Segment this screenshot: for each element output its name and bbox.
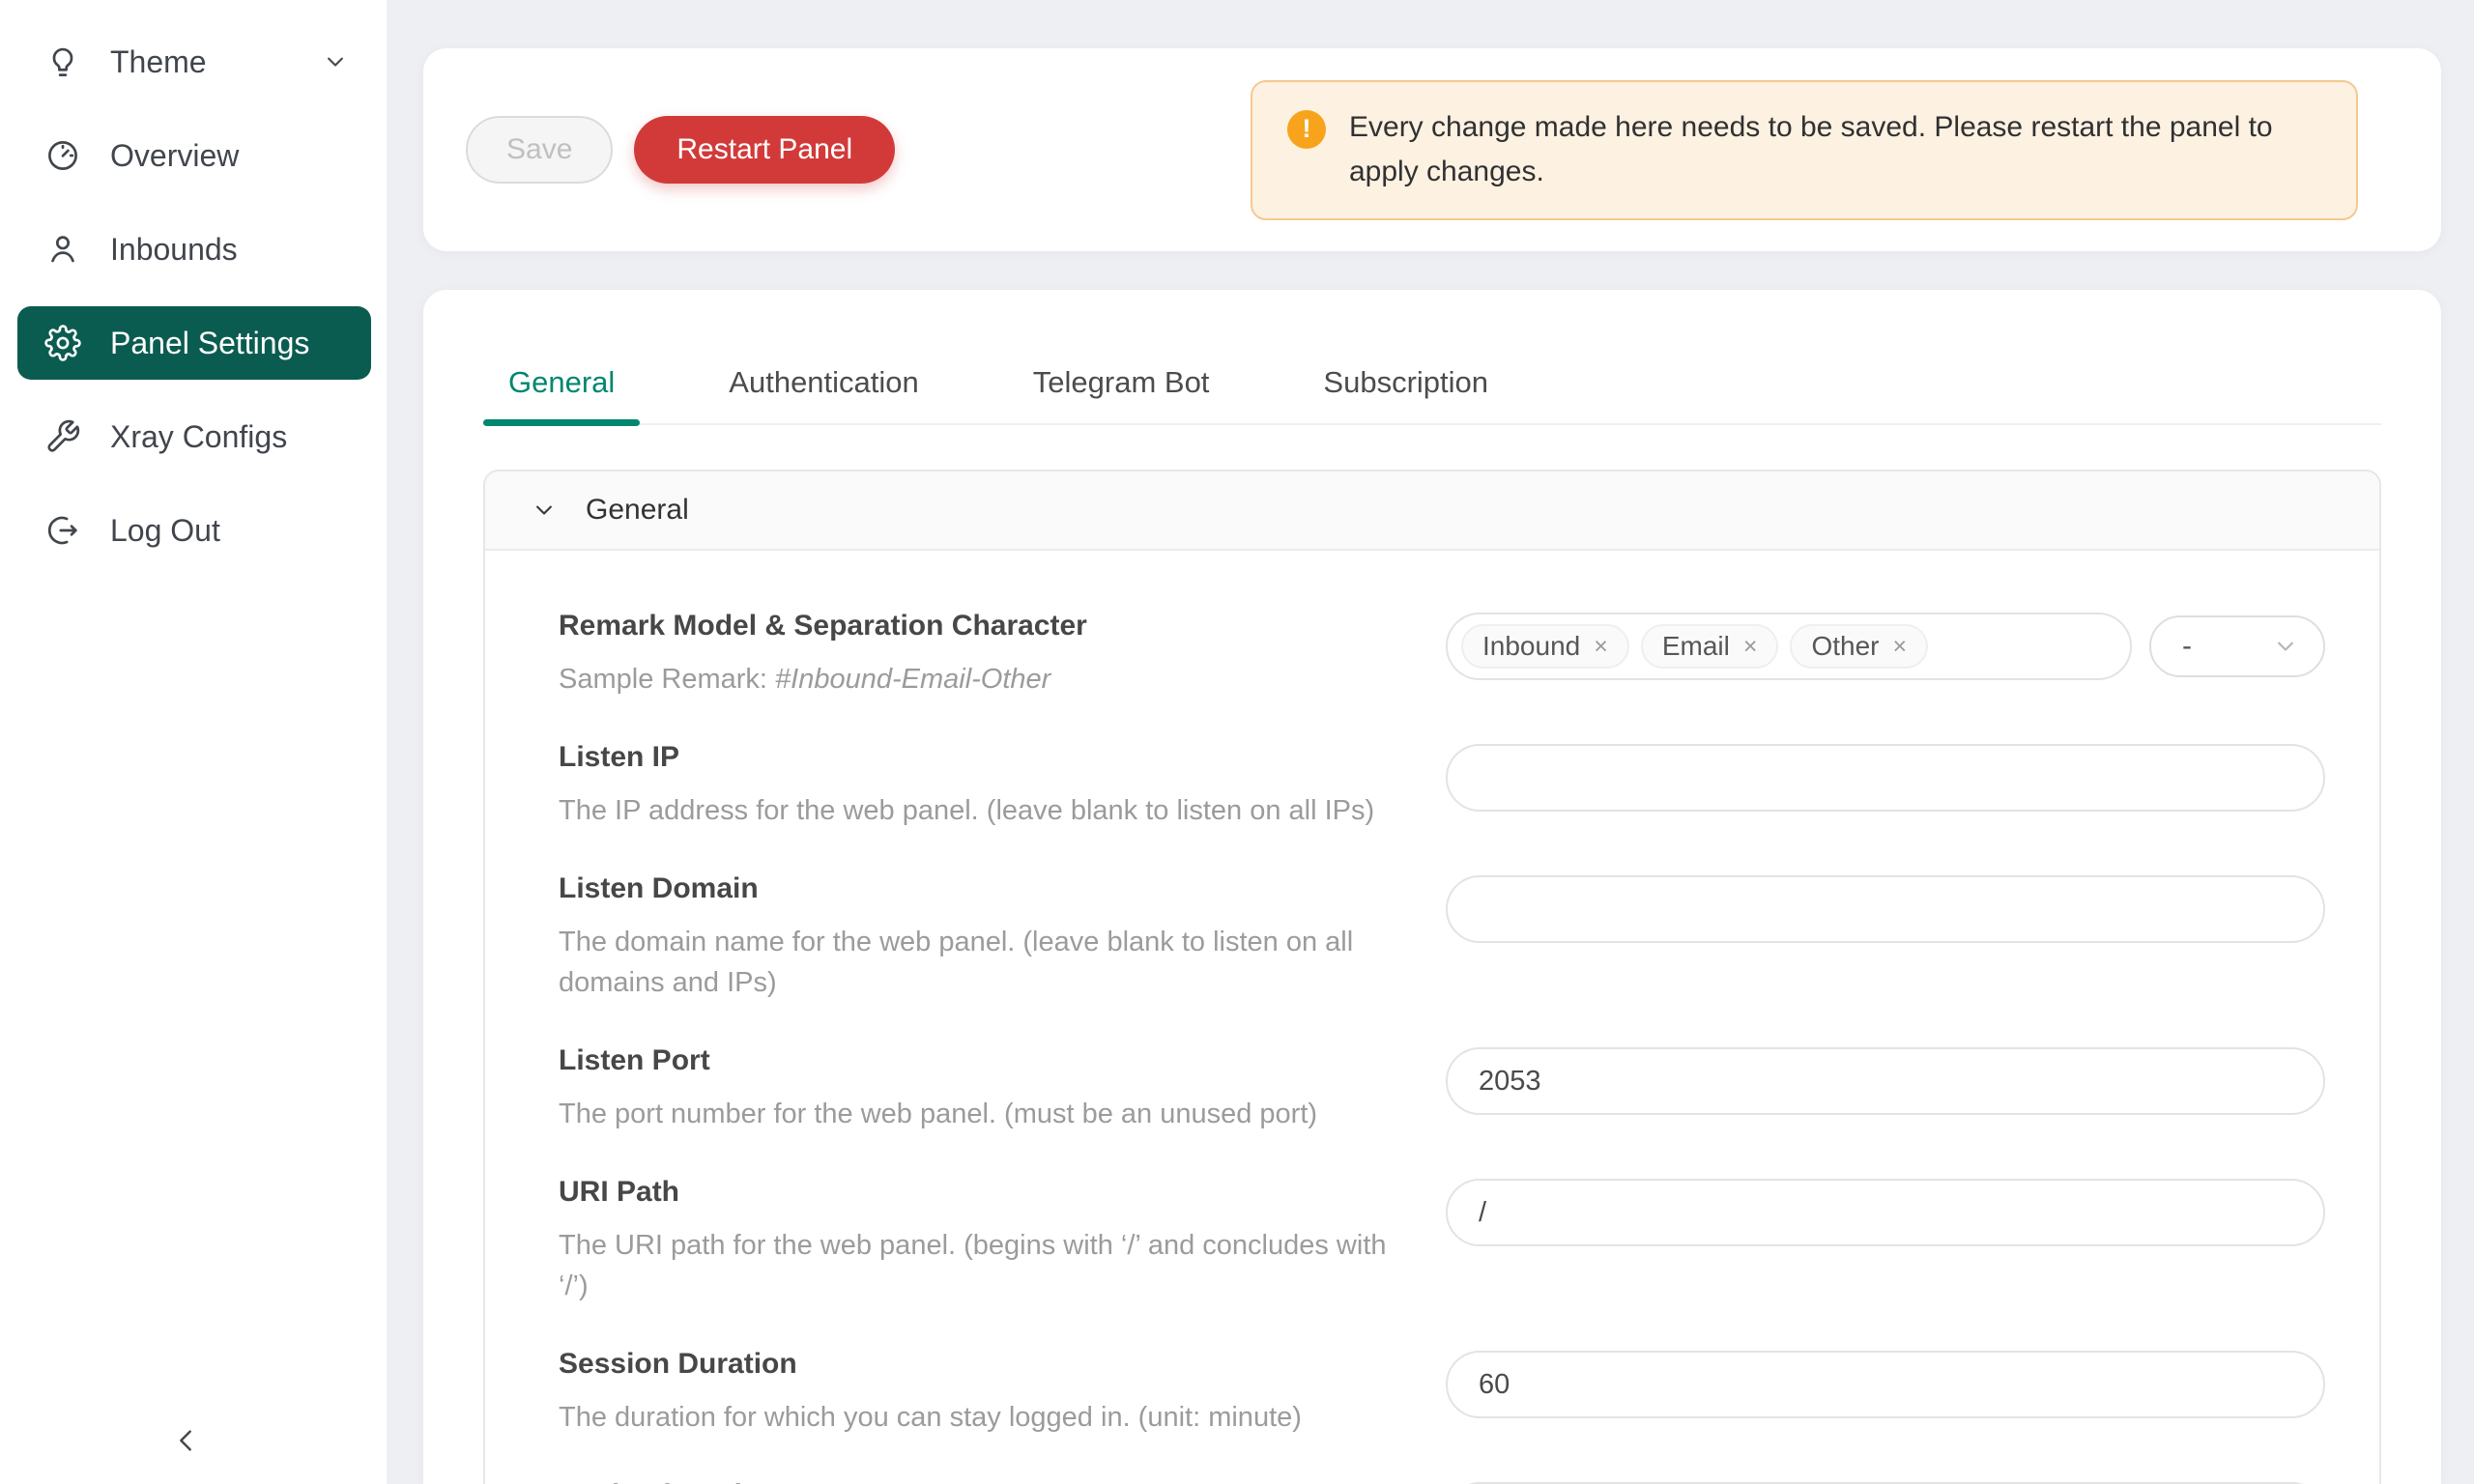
chevron-down-icon	[321, 47, 350, 76]
tag-other: Other ×	[1790, 624, 1928, 669]
separator-select-value: -	[2182, 630, 2192, 663]
tag-remove-icon[interactable]: ×	[1743, 635, 1758, 659]
section-title: General	[586, 494, 689, 527]
actions-card: Save Restart Panel ! Every change made h…	[423, 48, 2441, 251]
form-row-pagination-size: Pagination Size	[559, 1476, 2325, 1484]
field-control	[1446, 1351, 2325, 1438]
tag-inbound: Inbound ×	[1461, 624, 1629, 669]
tag-label: Inbound	[1482, 631, 1580, 662]
gear-icon	[44, 325, 81, 361]
general-collapse-panel: General Remark Model & Separation Charac…	[483, 470, 2381, 1484]
tag-label: Email	[1662, 631, 1730, 662]
field-control: Inbound × Email × Other × -	[1446, 613, 2325, 699]
wrench-icon	[44, 418, 81, 455]
warning-icon: !	[1287, 110, 1326, 149]
field-description: The URI path for the web panel. (begins …	[559, 1225, 1407, 1306]
field-control	[1446, 1047, 2325, 1134]
listen-domain-input[interactable]	[1446, 875, 2325, 943]
sidebar-item-label: Xray Configs	[110, 419, 287, 455]
field-description: The duration for which you can stay logg…	[559, 1397, 1302, 1438]
sidebar-item-theme[interactable]: Theme	[17, 25, 371, 99]
form-row-listen-domain: Listen Domain The domain name for the web…	[559, 870, 2325, 1003]
field-label: URI Path	[559, 1173, 1407, 1212]
form-row-listen-ip: Listen IP The IP address for the web pane…	[559, 738, 2325, 831]
chevron-left-icon	[170, 1424, 203, 1457]
form-row-remark-model-separation-character: Remark Model & Separation Character Sampl…	[559, 607, 2325, 699]
listen-port-input[interactable]	[1446, 1047, 2325, 1115]
sidebar-item-label: Theme	[110, 44, 207, 80]
save-button[interactable]: Save	[466, 116, 613, 184]
chevron-down-icon	[530, 496, 559, 525]
sidebar-item-label: Panel Settings	[110, 326, 309, 361]
sidebar-item-inbounds[interactable]: Inbounds	[17, 213, 371, 286]
field-description: Sample Remark: #Inbound-Email-Other	[559, 659, 1087, 699]
chevron-down-icon	[530, 496, 559, 525]
field-label: Remark Model & Separation Character	[559, 607, 1087, 645]
field-description: The IP address for the web panel. (leave…	[559, 790, 1374, 831]
sidebar-item-label: Log Out	[110, 513, 220, 549]
general-collapse-header[interactable]: General	[485, 471, 2379, 551]
field-control	[1446, 744, 2325, 831]
logout-icon	[44, 512, 81, 549]
tab-bar: General Authentication Telegram Bot Subscri…	[483, 359, 2381, 425]
sidebar-nav: Theme Overview Inbounds Panel Settings Xray …	[0, 0, 387, 567]
tag-remove-icon[interactable]: ×	[1892, 635, 1907, 659]
tab-subscription[interactable]: Subscription	[1298, 359, 1513, 423]
field-text: Listen IP The IP address for the web pane…	[559, 738, 1413, 831]
field-label: Pagination Size	[559, 1476, 773, 1484]
field-text: Listen Port The port number for the web p…	[559, 1042, 1356, 1134]
user-icon	[44, 231, 81, 268]
chevron-down-icon	[2271, 632, 2300, 661]
sample-remark-value: #Inbound-Email-Other	[775, 664, 1050, 695]
field-label: Session Duration	[559, 1345, 1302, 1384]
sidebar-item-xray-configs[interactable]: Xray Configs	[17, 400, 371, 473]
warning-alert-text: Every change made here needs to be saved…	[1349, 105, 2321, 195]
field-text: URI Path The URI path for the web panel. …	[559, 1173, 1446, 1306]
settings-form: Remark Model & Separation Character Sampl…	[485, 551, 2379, 1484]
restart-panel-button[interactable]: Restart Panel	[634, 116, 895, 184]
chevron-down-icon	[321, 47, 350, 76]
tag-remove-icon[interactable]: ×	[1594, 635, 1608, 659]
field-control	[1446, 875, 2325, 1003]
remark-model-tags-input[interactable]: Inbound × Email × Other ×	[1446, 613, 2132, 680]
session-duration-input[interactable]	[1446, 1351, 2325, 1418]
field-text: Listen Domain The domain name for the web…	[559, 870, 1446, 1003]
tab-authentication[interactable]: Authentication	[704, 359, 943, 423]
field-text: Remark Model & Separation Character Sampl…	[559, 607, 1126, 699]
sidebar-item-overview[interactable]: Overview	[17, 119, 371, 192]
field-label: Listen Port	[559, 1042, 1317, 1080]
warning-alert: ! Every change made here needs to be sav…	[1251, 80, 2358, 220]
sidebar-item-label: Overview	[110, 138, 239, 174]
settings-card: General Authentication Telegram Bot Subscri…	[423, 290, 2441, 1484]
field-text: Pagination Size	[559, 1476, 812, 1484]
field-text: Session Duration The duration for which y…	[559, 1345, 1340, 1438]
field-description: The domain name for the web panel. (leav…	[559, 922, 1407, 1003]
tag-label: Other	[1811, 631, 1879, 662]
tab-telegram-bot[interactable]: Telegram Bot	[1008, 359, 1235, 423]
dashboard-icon	[44, 137, 81, 174]
field-description: The port number for the web panel. (must…	[559, 1094, 1317, 1134]
sidebar-item-label: Inbounds	[110, 232, 238, 268]
listen-ip-input[interactable]	[1446, 744, 2325, 812]
main-content: Save Restart Panel ! Every change made h…	[387, 0, 2474, 1484]
sidebar-collapse-button[interactable]	[162, 1416, 211, 1465]
sidebar: Theme Overview Inbounds Panel Settings Xray …	[0, 0, 387, 1484]
sidebar-item-panel-settings[interactable]: Panel Settings	[17, 306, 371, 380]
tab-general[interactable]: General	[483, 359, 640, 423]
uri-path-input[interactable]	[1446, 1179, 2325, 1246]
field-label: Listen IP	[559, 738, 1374, 777]
field-label: Listen Domain	[559, 870, 1407, 908]
sidebar-item-log-out[interactable]: Log Out	[17, 494, 371, 567]
form-row-session-duration: Session Duration The duration for which y…	[559, 1345, 2325, 1438]
form-row-listen-port: Listen Port The port number for the web p…	[559, 1042, 2325, 1134]
lightbulb-icon	[44, 43, 81, 80]
separator-select[interactable]: -	[2149, 615, 2325, 677]
field-control	[1446, 1179, 2325, 1306]
form-row-uri-path: URI Path The URI path for the web panel. …	[559, 1173, 2325, 1306]
tag-email: Email ×	[1641, 624, 1779, 669]
